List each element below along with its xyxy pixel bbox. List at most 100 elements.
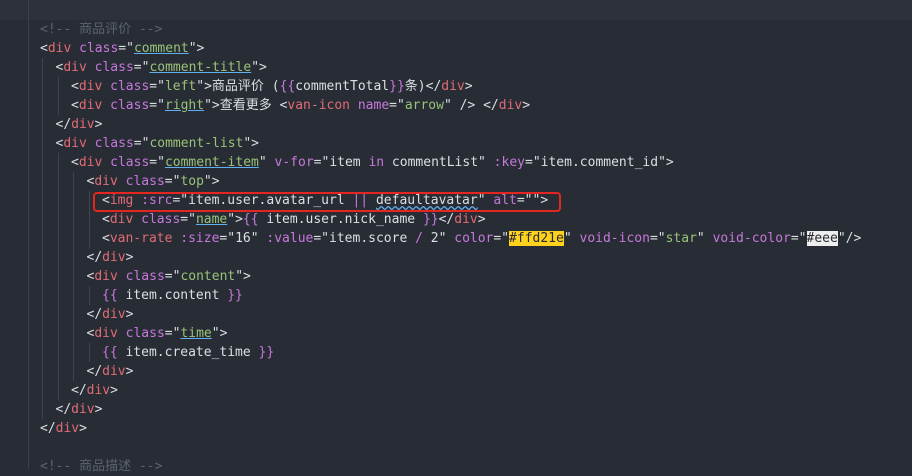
code-token: class [117, 269, 165, 284]
code-token: 16 [235, 231, 251, 246]
code-token: < [40, 41, 48, 56]
code-line[interactable]: <div class="content"> [87, 267, 251, 286]
code-line[interactable]: </div> [56, 400, 103, 419]
code-token: > [94, 117, 103, 132]
code-token: time [180, 326, 212, 341]
code-token: color [446, 231, 494, 246]
code-token: =" [525, 155, 541, 170]
code-token: div [102, 250, 126, 265]
code-token: <!-- 商品描述 --> [40, 459, 163, 474]
code-line[interactable]: <div class="time"> [87, 324, 228, 343]
code-token: void-icon [571, 231, 650, 246]
code-token: #ffd21e [509, 231, 564, 246]
code-token: > [125, 307, 134, 322]
indent-guide [73, 172, 74, 381]
code-token: void-color [704, 231, 791, 246]
code-token: van-rate [109, 231, 173, 246]
code-token: div [55, 421, 80, 436]
code-token: =" [313, 231, 330, 246]
code-token: item.create_time [117, 345, 259, 360]
code-token: arrow [404, 98, 444, 113]
code-token: }} [422, 212, 439, 227]
code-line[interactable]: <div class="comment-title"> [56, 58, 267, 77]
code-token: div [63, 136, 87, 151]
code-token: "> [235, 269, 251, 284]
code-token: {{ [102, 288, 118, 303]
code-token: div [78, 79, 103, 94]
code-token: > [79, 421, 87, 436]
code-line[interactable]: <div class="name">{{ item.user.nick_name… [102, 210, 486, 229]
code-token: {{ [279, 79, 296, 94]
code-token: div [498, 98, 523, 113]
code-token: name [195, 212, 228, 227]
code-token: comment-title [149, 60, 252, 75]
code-token: "> [658, 155, 674, 170]
code-token: class [102, 79, 150, 94]
code-line[interactable]: </div> [87, 305, 134, 324]
code-token: =" [164, 326, 181, 341]
code-token: class [102, 98, 150, 113]
code-token: div [102, 364, 126, 379]
code-line[interactable]: {{ item.content }} [102, 286, 243, 305]
code-token: div [78, 98, 103, 113]
code-token: / [415, 231, 423, 246]
code-line[interactable]: </div> [87, 248, 134, 267]
code-token: {{ [242, 212, 259, 227]
code-token: item.content [117, 288, 228, 303]
code-token: class [117, 174, 165, 189]
code-token: item.score [329, 231, 416, 246]
code-token: "/> [837, 231, 862, 246]
code-token: =" [180, 212, 196, 227]
code-line[interactable]: <van-rate :size="16" :value="item.score … [102, 229, 861, 248]
code-token: "> [203, 174, 220, 189]
code-line[interactable]: <div class="comment-list"> [56, 134, 260, 153]
code-token: </ [55, 117, 72, 132]
code-token: < [102, 231, 110, 246]
code-token: name [350, 98, 390, 113]
code-token: commentList [384, 155, 479, 170]
code-line[interactable]: {{ item.create_time }} [102, 343, 274, 362]
code-line[interactable]: <div class="top"> [87, 172, 220, 191]
code-token: comment-list [149, 136, 244, 151]
code-token: div [94, 269, 118, 284]
code-line[interactable]: <!-- 商品评价 --> [40, 20, 162, 39]
code-line[interactable]: </div> [40, 419, 87, 438]
code-line[interactable]: <!-- 商品描述 --> [40, 457, 162, 476]
code-token: content [180, 269, 236, 284]
code-token: }} [389, 79, 405, 94]
code-token: div [63, 60, 87, 75]
code-token: :value [258, 231, 314, 246]
code-line[interactable]: </div> [56, 115, 103, 134]
code-token: div [94, 174, 118, 189]
code-token: </ [55, 402, 72, 417]
code-token: 2 [422, 231, 439, 246]
code-token: =" [493, 231, 510, 246]
code-token: left [164, 79, 197, 94]
code-token: v-for [266, 155, 314, 170]
code-token: =" [164, 174, 181, 189]
code-editor[interactable]: <!-- 商品评价 --> <div class="comment"> <div c… [0, 0, 912, 474]
code-line[interactable]: </div> [71, 381, 118, 400]
code-token: :size [172, 231, 220, 246]
code-token: =" [133, 136, 150, 151]
code-line[interactable]: <div class="left">商品评价 ({{commentTotal}}… [71, 77, 473, 96]
code-line[interactable]: </div> [87, 362, 134, 381]
code-token: < [71, 79, 79, 94]
highlight-annotation-box [93, 192, 561, 212]
code-token: 查看更多 [219, 98, 280, 113]
code-token: "> [211, 326, 228, 341]
code-line[interactable]: <div class="comment-item" v-for="item in… [71, 153, 674, 172]
code-token: > [125, 364, 134, 379]
code-token: " [563, 231, 572, 246]
code-line[interactable]: <div class="right">查看更多 <van-icon name="… [71, 96, 530, 115]
code-token: </ [40, 421, 56, 436]
code-token: commentTotal [295, 79, 390, 94]
code-token: div [94, 326, 118, 341]
gutter-divider [28, 0, 29, 469]
code-token: =" [164, 269, 181, 284]
code-token: " [250, 231, 259, 246]
code-token: }} [258, 345, 275, 360]
code-line[interactable]: <div class="comment"> [40, 39, 204, 58]
code-token: </ [483, 98, 499, 113]
code-token: <!-- 商品评价 --> [40, 22, 163, 37]
